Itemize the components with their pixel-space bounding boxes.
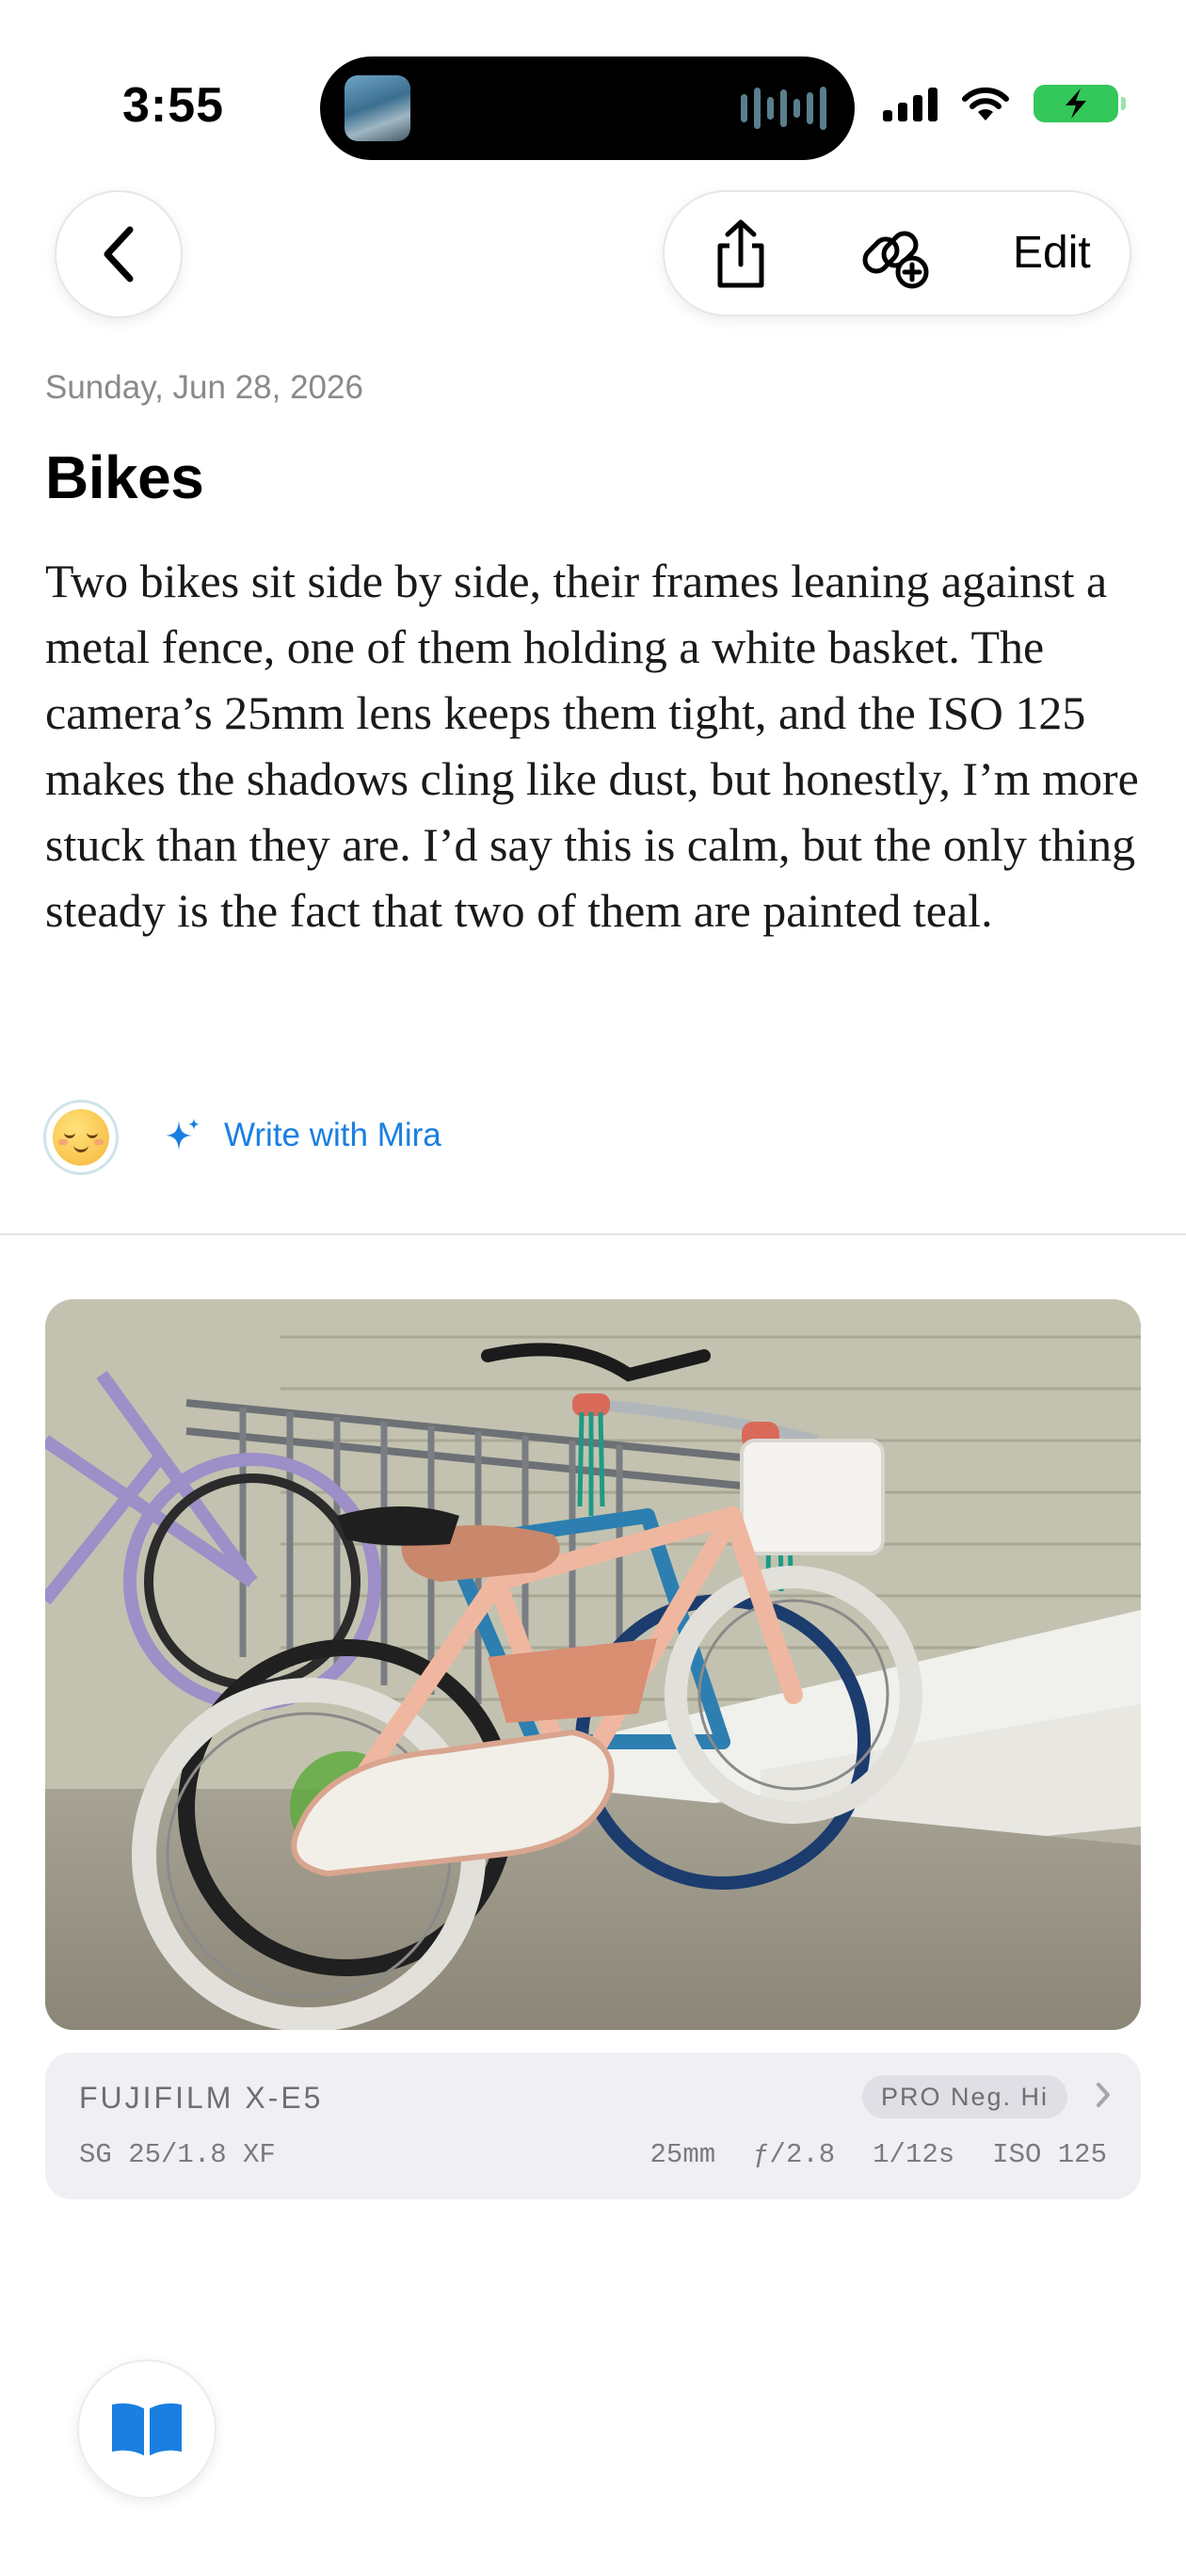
camera-model: FUJIFILM X-E5 — [79, 2081, 324, 2115]
section-divider — [0, 1233, 1186, 1235]
lens-model: SG 25/1.8 XF — [79, 2139, 276, 2170]
film-simulation-badge: PRO Neg. Hi — [862, 2075, 1068, 2118]
add-link-button[interactable] — [853, 213, 938, 298]
dynamic-island[interactable] — [320, 56, 855, 160]
entry-title[interactable]: Bikes — [45, 443, 204, 512]
battery-charging-icon — [1034, 85, 1126, 122]
chevron-left-icon — [104, 226, 134, 282]
book-open-icon — [112, 2403, 182, 2455]
bikes-photo-illustration — [45, 1299, 1141, 2030]
bikes-photo[interactable] — [45, 1299, 1141, 2030]
focal-length: 25mm — [649, 2139, 716, 2170]
photo-metadata-card[interactable]: FUJIFILM X-E5 SG 25/1.8 XF PRO Neg. Hi 2… — [45, 2053, 1141, 2199]
share-button[interactable] — [698, 213, 783, 298]
iso: ISO 125 — [992, 2139, 1107, 2170]
entry-date: Sunday, Jun 28, 2026 — [45, 369, 363, 406]
mood-button[interactable] — [43, 1100, 119, 1175]
back-button[interactable] — [55, 190, 183, 318]
entry-actions: Edit — [663, 190, 1131, 316]
shutter-speed: 1/12s — [873, 2139, 955, 2170]
relieved-face-icon — [53, 1109, 109, 1166]
link-add-icon — [862, 231, 929, 289]
cellular-signal-icon — [883, 86, 938, 121]
edit-button[interactable]: Edit — [1013, 220, 1091, 286]
status-indicators — [883, 85, 1126, 122]
journal-button[interactable] — [77, 2359, 216, 2499]
write-with-mira-button[interactable]: Write with Mira — [162, 1115, 441, 1156]
chevron-right-icon — [1097, 2083, 1110, 2107]
share-icon — [717, 219, 764, 288]
now-playing-artwork — [345, 75, 410, 141]
sparkles-icon — [166, 1119, 200, 1151]
aperture: ƒ/2.8 — [753, 2139, 836, 2170]
exposure-specs: 25mm ƒ/2.8 1/12s ISO 125 — [650, 2139, 1107, 2170]
status-time: 3:55 — [122, 78, 225, 133]
audio-waveform-icon — [741, 85, 826, 132]
wifi-icon — [962, 87, 1009, 121]
write-with-mira-label: Write with Mira — [224, 1117, 441, 1153]
entry-body[interactable]: Two bikes sit side by side, their frames… — [45, 548, 1156, 943]
